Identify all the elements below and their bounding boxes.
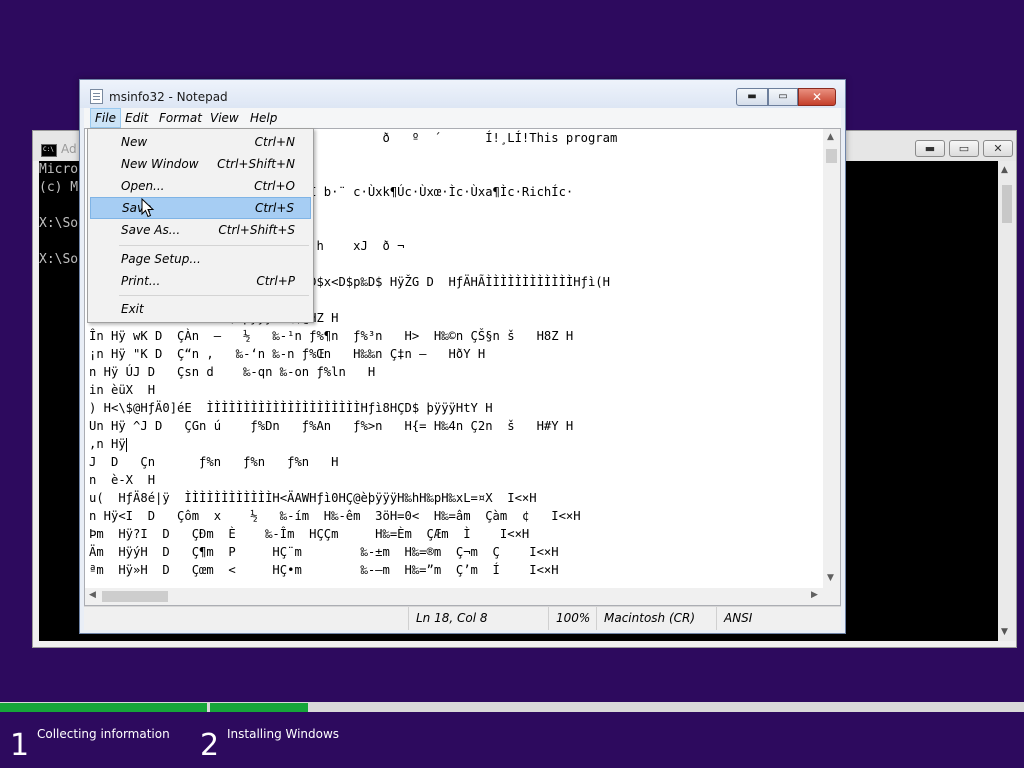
console-line: Micro [39, 162, 79, 177]
text-line: ,n Hÿ [89, 437, 126, 451]
scroll-up-arrow-icon[interactable]: ▲ [1001, 165, 1008, 175]
progress-segment-installing-windows [210, 703, 308, 712]
text-line: ªm Hÿ»H D Çœm < HÇ•m ‰-—m H‰=”m Ç’m Í I<… [89, 563, 559, 577]
menu-item-exit[interactable]: Exit [90, 298, 311, 320]
scroll-up-arrow-icon[interactable]: ▲ [827, 132, 834, 142]
console-icon: C:\ [41, 144, 57, 157]
notepad-titlebar[interactable]: msinfo32 - Notepad ▬ ▭ ✕ [80, 80, 845, 108]
notepad-icon [90, 89, 103, 104]
text-line: În Hÿ wK D ÇÀn – ½ ‰-¹n ƒ%¶n ƒ%³n H> H‰©… [89, 329, 574, 343]
text-line: n è-X H [89, 473, 156, 487]
text-line: J D Çn ƒ%n ƒ%n ƒ%n H [89, 455, 339, 469]
text-line: n Hÿ<I D Çôm x ½ ‰-ím H‰-êm 3öH=0< H‰=âm… [89, 509, 581, 523]
console-scroll-thumb[interactable] [1002, 185, 1012, 223]
console-minimize-button[interactable]: ▬ [915, 140, 945, 157]
menu-item-new-window[interactable]: New Window Ctrl+Shift+N [90, 153, 311, 175]
step-number: 1 [10, 728, 30, 763]
menu-file[interactable]: File [90, 108, 121, 128]
step-number: 2 [200, 728, 220, 763]
console-line: (c) M [39, 180, 79, 195]
mouse-pointer-icon [141, 198, 155, 218]
menu-item-new[interactable]: New Ctrl+N [90, 131, 311, 153]
scroll-corner [823, 588, 840, 605]
notepad-title: msinfo32 - Notepad [109, 90, 228, 104]
menu-item-print[interactable]: Print... Ctrl+P [90, 270, 311, 292]
maximize-button[interactable]: ▭ [768, 88, 798, 106]
text-line: ¡n Hÿ "K D Ç“n , ‰-‘n ‰-n ƒ%Œn H‰‰n Ç‡n … [89, 347, 486, 361]
menu-item-save-as[interactable]: Save As... Ctrl+Shift+S [90, 219, 311, 241]
console-title: Ad [61, 142, 77, 156]
vertical-scrollbar[interactable]: ▲ ▼ [823, 129, 840, 589]
status-zoom: 100% [548, 607, 590, 630]
text-line: Þm Hÿ?I D ÇÐm È ‰-Îm HÇÇm H‰=Èm ÇÆm Ì I<… [89, 527, 530, 541]
console-close-button[interactable]: ✕ [983, 140, 1013, 157]
menu-item-open[interactable]: Open... Ctrl+O [90, 175, 311, 197]
console-maximize-button[interactable]: ▭ [949, 140, 979, 157]
text-line: Äm HÿýH D Ç¶m P HÇ¨m ‰-±m H‰=®m Ç¬m Ç I<… [89, 545, 559, 559]
minimize-button[interactable]: ▬ [736, 88, 768, 106]
step-label-installing-windows: Installing Windows [227, 727, 340, 741]
horizontal-scrollbar[interactable]: ◀ ▶ [85, 588, 825, 605]
text-line: ) H<\$@HƒÄ0]éE ÌÌÌÌÌÌÌÌÌÌÌÌÌÌÌÌÌÌÌÌÌHƒì8… [89, 401, 493, 415]
text-line-with-cursor: ,n Hÿ [89, 435, 127, 453]
progress-segment-collecting-information [0, 703, 207, 712]
scroll-left-arrow-icon[interactable]: ◀ [89, 590, 96, 600]
text-line: in èüX H [89, 383, 156, 397]
menu-edit[interactable]: Edit [121, 108, 152, 128]
text-caret [125, 437, 127, 452]
console-line: X:\So [39, 252, 79, 267]
console-vertical-scrollbar[interactable]: ▲ ▼ [998, 161, 1016, 641]
menu-view[interactable]: View [206, 108, 243, 128]
console-line: X:\So [39, 216, 79, 231]
menu-separator [119, 245, 309, 246]
text-line: Un Hÿ ^J D ÇGn ú ƒ%Dn ƒ%An ƒ%>n H{= H‰4n… [89, 419, 574, 433]
scroll-down-arrow-icon[interactable]: ▼ [1001, 627, 1008, 637]
menu-bar: File Edit Format View Help [84, 108, 841, 128]
vertical-scroll-thumb[interactable] [826, 149, 837, 163]
scroll-right-arrow-icon[interactable]: ▶ [811, 590, 818, 600]
close-button[interactable]: ✕ [798, 88, 836, 106]
text-line: u( HƒÄ8é|ÿ ÌÌÌÌÌÌÌÌÌÌÌÌH<ÄAWHƒì0HÇ@èþÿÿÿ… [89, 491, 537, 505]
status-cursor-position: Ln 18, Col 8 [408, 607, 488, 630]
status-line-ending: Macintosh (CR) [596, 607, 695, 630]
menu-format[interactable]: Format [155, 108, 206, 128]
status-bar: Ln 18, Col 8 100% Macintosh (CR) ANSI [84, 606, 841, 630]
scroll-down-arrow-icon[interactable]: ▼ [827, 573, 834, 583]
text-line: n Hÿ ÚJ D Çsn d ‰-qn ‰-on ƒ%ln H [89, 365, 376, 379]
status-encoding: ANSI [716, 607, 752, 630]
menu-separator [119, 295, 309, 296]
menu-help[interactable]: Help [246, 108, 281, 128]
horizontal-scroll-thumb[interactable] [102, 591, 168, 602]
menu-item-save[interactable]: Save Ctrl+S [90, 197, 311, 219]
file-menu-dropdown: New Ctrl+N New Window Ctrl+Shift+N Open.… [87, 128, 314, 323]
step-label-collecting-information: Collecting information [37, 727, 170, 741]
menu-item-page-setup[interactable]: Page Setup... [90, 248, 311, 270]
